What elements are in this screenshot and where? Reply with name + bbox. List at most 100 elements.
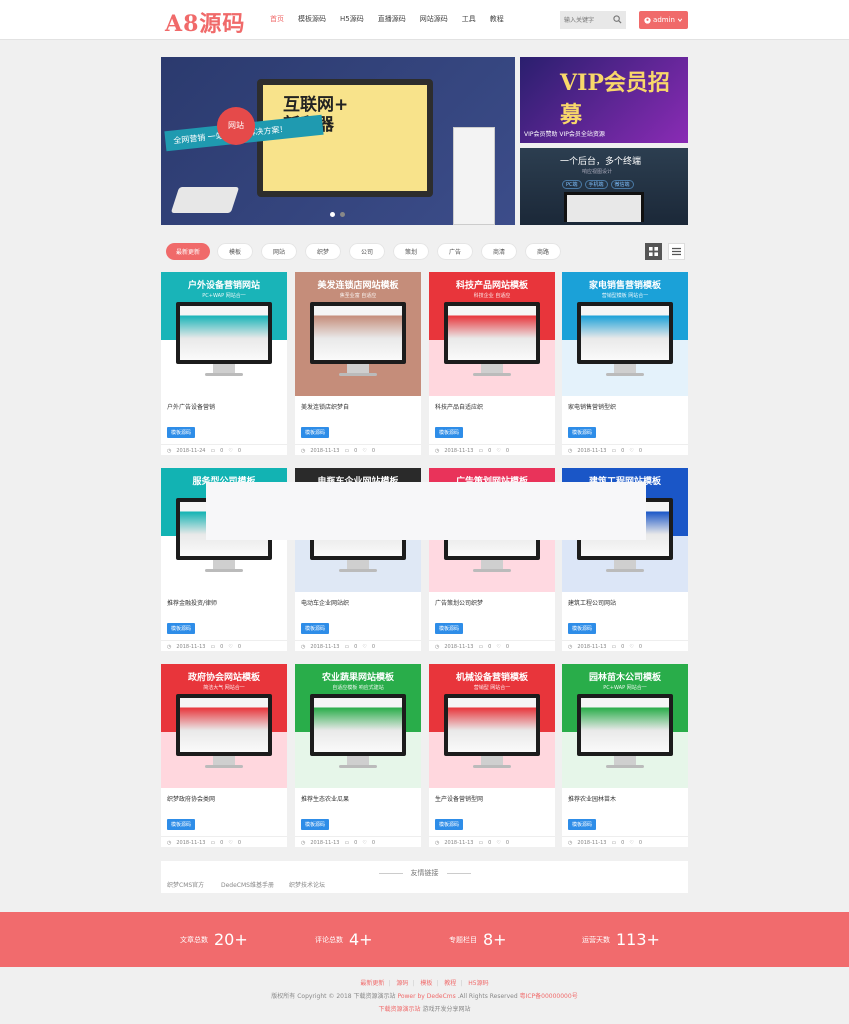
card-tag[interactable]: 模板源码 bbox=[568, 819, 597, 830]
like-icon: ♡ bbox=[629, 644, 634, 650]
card-thumbnail[interactable]: 美发连锁店网站模板 焦圣业富 自适应 bbox=[295, 272, 421, 396]
card-meta: ◷ 2018-11-24 ▭ 0 ♡ 0 bbox=[161, 444, 287, 454]
card-tag[interactable]: 模板源码 bbox=[568, 427, 597, 438]
template-card[interactable]: 科技产品网站模板 科技企业 自适应 科技产品自适应织 模板源码 ◷ 2018-11-13 ▭… bbox=[429, 272, 555, 455]
icp-link[interactable]: 粤ICP备00000000号 bbox=[520, 993, 578, 1000]
nav-item-tutorials[interactable]: 教程 bbox=[490, 14, 504, 24]
card-thumbnail[interactable]: 政府协会网站模板 简洁大气 网站合一 bbox=[161, 664, 287, 788]
list-view-button[interactable] bbox=[668, 243, 685, 260]
filter-shop[interactable]: 商清 bbox=[481, 243, 517, 260]
card-thumbnail[interactable]: 机械设备营销模板 营销型 网站合一 bbox=[429, 664, 555, 788]
footer-link[interactable]: 模板 bbox=[420, 980, 432, 987]
nav-item-templates[interactable]: 模板源码 bbox=[298, 14, 326, 24]
card-title[interactable]: 推荐金融投资/律师 bbox=[167, 598, 217, 607]
card-title[interactable]: 推荐农业园林苗木 bbox=[568, 794, 616, 803]
card-tag[interactable]: 模板源码 bbox=[167, 819, 196, 830]
nav-item-h5[interactable]: H5源码 bbox=[340, 14, 364, 24]
site-link[interactable]: 下载资源演示站 bbox=[379, 1006, 421, 1013]
carousel-dot[interactable] bbox=[340, 212, 345, 217]
template-card[interactable]: 家电销售营销模板 营销型模板 网站合一 家电销售营销型织 模板源码 ◷ 2018-11-1… bbox=[562, 272, 688, 455]
card-thumbnail[interactable]: 科技产品网站模板 科技企业 自适应 bbox=[429, 272, 555, 396]
card-tag[interactable]: 模板源码 bbox=[435, 427, 464, 438]
card-tag[interactable]: 模板源码 bbox=[167, 427, 196, 438]
card-title[interactable]: 美发连锁店织梦自 bbox=[301, 402, 349, 411]
stat-topics: 专题栏目 8+ bbox=[449, 930, 507, 949]
building-graphic bbox=[453, 127, 495, 225]
template-card[interactable]: 户外设备营销网站 PC+WAP 网站合一户外广告设备营销 模板源码 ◷ 2018-11-… bbox=[161, 272, 287, 455]
footer-link[interactable]: 教程 bbox=[444, 980, 456, 987]
friend-link[interactable]: 织梦技术论坛 bbox=[289, 880, 325, 889]
card-tag[interactable]: 模板源码 bbox=[435, 819, 464, 830]
card-banner-title: 户外设备营销网站 bbox=[187, 281, 260, 291]
card-title[interactable]: 户外广告设备营销 bbox=[167, 402, 215, 411]
search-icon[interactable] bbox=[613, 15, 622, 24]
banner-title-1: 互联网+ bbox=[283, 95, 349, 115]
card-title[interactable]: 广告策划公司织梦 bbox=[435, 598, 483, 607]
card-tag[interactable]: 模板源码 bbox=[568, 623, 597, 634]
card-tag[interactable]: 模板源码 bbox=[301, 427, 330, 438]
friend-link[interactable]: DedeCMS维基手册 bbox=[221, 880, 274, 889]
site-logo[interactable]: A8源码 bbox=[165, 6, 245, 38]
card-banner-title: 家电销售营销模板 bbox=[588, 281, 661, 291]
card-tag[interactable]: 模板源码 bbox=[301, 623, 330, 634]
template-card[interactable]: 农业蔬果网站模板 自适应模板 响应式建站 推荐生态农业瓜果 模板源码 ◷ 2018-11-… bbox=[295, 664, 421, 847]
user-name: admin bbox=[653, 16, 675, 24]
nav-item-site-source[interactable]: 网站源码 bbox=[420, 14, 448, 24]
card-tag[interactable]: 模板源码 bbox=[435, 623, 464, 634]
nav-item-tools[interactable]: 工具 bbox=[462, 14, 476, 24]
card-title[interactable]: 织梦政府协会类网 bbox=[167, 794, 215, 803]
filter-company[interactable]: 公司 bbox=[349, 243, 385, 260]
search-input[interactable] bbox=[560, 11, 612, 29]
card-likes: 0 bbox=[638, 448, 643, 454]
friend-link[interactable]: 织梦CMS官方 bbox=[167, 880, 204, 889]
like-icon: ♡ bbox=[496, 644, 501, 650]
footer-link[interactable]: H5源码 bbox=[468, 980, 488, 987]
card-thumbnail[interactable]: 户外设备营销网站 PC+WAP 网站合一 bbox=[161, 272, 287, 396]
footer-link[interactable]: 源码 bbox=[396, 980, 408, 987]
card-likes: 0 bbox=[505, 448, 510, 454]
clock-icon: ◷ bbox=[568, 840, 573, 846]
stat-label: 运营天数 bbox=[582, 935, 610, 944]
filter-templates[interactable]: 模板 bbox=[217, 243, 253, 260]
template-card[interactable]: 园林苗木公司模板 PC+WAP 网站合一 推荐农业园林苗木 模板源码 ◷ 2018-11-… bbox=[562, 664, 688, 847]
card-date: 2018-11-13 bbox=[577, 644, 607, 650]
card-title[interactable]: 推荐生态农业瓜果 bbox=[301, 794, 349, 803]
like-icon: ♡ bbox=[496, 448, 501, 454]
footer-link[interactable]: 最新更新 bbox=[360, 980, 384, 987]
filter-dede[interactable]: 织梦 bbox=[305, 243, 341, 260]
user-menu-button[interactable]: admin bbox=[639, 11, 688, 29]
filter-planning[interactable]: 策划 bbox=[393, 243, 429, 260]
carousel-dot[interactable] bbox=[330, 212, 335, 217]
card-title[interactable]: 家电销售营销型织 bbox=[568, 402, 616, 411]
filter-website[interactable]: 网站 bbox=[261, 243, 297, 260]
like-icon: ♡ bbox=[228, 840, 233, 846]
template-card[interactable]: 美发连锁店网站模板 焦圣业富 自适应 美发连锁店织梦自 模板源码 ◷ 2018-11-13… bbox=[295, 272, 421, 455]
template-card[interactable]: 政府协会网站模板 简洁大气 网站合一 织梦政府协会类网 模板源码 ◷ 2018-11-13… bbox=[161, 664, 287, 847]
monitor-graphic bbox=[176, 694, 272, 756]
main-banner[interactable]: 互联网+新利器 全网营销 一站式网站解决方案！ 网站 bbox=[161, 57, 515, 225]
card-tag[interactable]: 模板源码 bbox=[167, 623, 196, 634]
filter-ads[interactable]: 广告 bbox=[437, 243, 473, 260]
card-meta: ◷ 2018-11-13 ▭ 0 ♡ 0 bbox=[295, 640, 421, 650]
filter-latest[interactable]: 最新更新 bbox=[166, 243, 210, 260]
card-title[interactable]: 电动车企业网站织 bbox=[301, 598, 349, 607]
card-thumbnail[interactable]: 农业蔬果网站模板 自适应模板 响应式建站 bbox=[295, 664, 421, 788]
multi-terminal-banner[interactable]: 一个后台，多个终端 响应视图设计 PC端 手机端 微信端 bbox=[520, 148, 688, 225]
card-date: 2018-11-13 bbox=[444, 644, 474, 650]
nav-item-live[interactable]: 直播源码 bbox=[378, 14, 406, 24]
card-thumbnail[interactable]: 园林苗木公司模板 PC+WAP 网站合一 bbox=[562, 664, 688, 788]
card-title[interactable]: 科技产品自适应织 bbox=[435, 402, 483, 411]
card-title[interactable]: 生产设备营销型网 bbox=[435, 794, 483, 803]
footer-copyright: 版权所有 Copyright © 2018 下载资源演示站 Power by D… bbox=[0, 991, 849, 1000]
nav-item-home[interactable]: 首页 bbox=[270, 14, 284, 24]
template-card[interactable]: 机械设备营销模板 营销型 网站合一 生产设备营销型网 模板源码 ◷ 2018-11-13 ▭… bbox=[429, 664, 555, 847]
card-title[interactable]: 建筑工程公司网站 bbox=[568, 598, 616, 607]
card-thumbnail[interactable]: 家电销售营销模板 营销型模板 网站合一 bbox=[562, 272, 688, 396]
grid-view-button[interactable] bbox=[645, 243, 662, 260]
card-date: 2018-11-13 bbox=[310, 644, 340, 650]
comment-icon: ▭ bbox=[478, 644, 484, 650]
vip-banner[interactable]: VIP会员招募 VIP会员赞助 VIP会员全站资源 bbox=[520, 57, 688, 143]
card-tag[interactable]: 模板源码 bbox=[301, 819, 330, 830]
filter-business[interactable]: 商路 bbox=[525, 243, 561, 260]
powered-by-link[interactable]: Power by DedeCms bbox=[397, 993, 455, 1000]
